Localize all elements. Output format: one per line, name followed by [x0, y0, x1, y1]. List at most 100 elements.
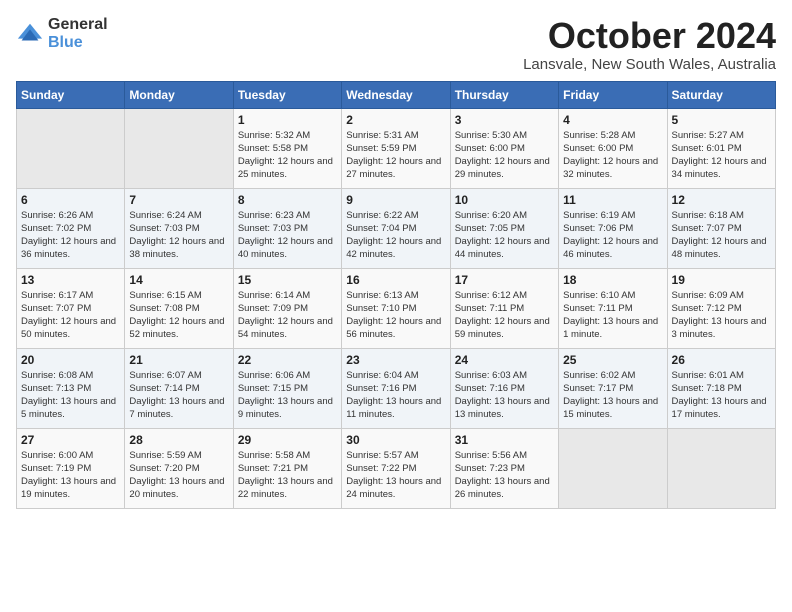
day-info: Sunrise: 6:18 AM Sunset: 7:07 PM Dayligh…	[672, 209, 771, 262]
day-number: 30	[346, 433, 445, 447]
day-info: Sunrise: 6:03 AM Sunset: 7:16 PM Dayligh…	[455, 369, 554, 422]
calendar-cell: 19 Sunrise: 6:09 AM Sunset: 7:12 PM Dayli…	[667, 268, 775, 348]
day-info: Sunrise: 6:23 AM Sunset: 7:03 PM Dayligh…	[238, 209, 337, 262]
day-number: 2	[346, 113, 445, 127]
day-number: 27	[21, 433, 120, 447]
day-number: 17	[455, 273, 554, 287]
week-row-3: 13 Sunrise: 6:17 AM Sunset: 7:07 PM Dayli…	[17, 268, 776, 348]
day-info: Sunrise: 6:13 AM Sunset: 7:10 PM Dayligh…	[346, 289, 445, 342]
day-number: 10	[455, 193, 554, 207]
day-number: 12	[672, 193, 771, 207]
day-info: Sunrise: 6:10 AM Sunset: 7:11 PM Dayligh…	[563, 289, 662, 342]
day-number: 4	[563, 113, 662, 127]
title-block: October 2024 Lansvale, New South Wales, …	[523, 16, 776, 73]
calendar-cell: 12 Sunrise: 6:18 AM Sunset: 7:07 PM Dayli…	[667, 188, 775, 268]
header-day-friday: Friday	[559, 81, 667, 108]
header-row: SundayMondayTuesdayWednesdayThursdayFrid…	[17, 81, 776, 108]
day-number: 19	[672, 273, 771, 287]
calendar-cell: 8 Sunrise: 6:23 AM Sunset: 7:03 PM Daylig…	[233, 188, 341, 268]
calendar-cell: 7 Sunrise: 6:24 AM Sunset: 7:03 PM Daylig…	[125, 188, 233, 268]
day-info: Sunrise: 5:28 AM Sunset: 6:00 PM Dayligh…	[563, 129, 662, 182]
day-info: Sunrise: 6:14 AM Sunset: 7:09 PM Dayligh…	[238, 289, 337, 342]
calendar-cell	[125, 108, 233, 188]
day-info: Sunrise: 6:02 AM Sunset: 7:17 PM Dayligh…	[563, 369, 662, 422]
calendar-cell: 9Sunrise: 6:22 AM Sunset: 7:04 PM Daylig…	[342, 188, 450, 268]
calendar-cell: 13 Sunrise: 6:17 AM Sunset: 7:07 PM Dayli…	[17, 268, 125, 348]
calendar-cell: 16 Sunrise: 6:13 AM Sunset: 7:10 PM Dayli…	[342, 268, 450, 348]
day-number: 16	[346, 273, 445, 287]
calendar-cell: 4 Sunrise: 5:28 AM Sunset: 6:00 PM Daylig…	[559, 108, 667, 188]
calendar-cell: 17 Sunrise: 6:12 AM Sunset: 7:11 PM Dayli…	[450, 268, 558, 348]
day-number: 3	[455, 113, 554, 127]
day-info: Sunrise: 5:57 AM Sunset: 7:22 PM Dayligh…	[346, 449, 445, 502]
calendar-cell: 27 Sunrise: 6:00 AM Sunset: 7:19 PM Dayli…	[17, 428, 125, 508]
day-number: 28	[129, 433, 228, 447]
calendar-table: SundayMondayTuesdayWednesdayThursdayFrid…	[16, 81, 776, 509]
header-day-wednesday: Wednesday	[342, 81, 450, 108]
day-info: Sunrise: 5:27 AM Sunset: 6:01 PM Dayligh…	[672, 129, 771, 182]
calendar-cell: 18 Sunrise: 6:10 AM Sunset: 7:11 PM Dayli…	[559, 268, 667, 348]
calendar-cell: 5 Sunrise: 5:27 AM Sunset: 6:01 PM Daylig…	[667, 108, 775, 188]
day-info: Sunrise: 6:22 AM Sunset: 7:04 PM Dayligh…	[346, 209, 445, 262]
day-info: Sunrise: 5:32 AM Sunset: 5:58 PM Dayligh…	[238, 129, 337, 182]
day-number: 6	[21, 193, 120, 207]
day-number: 5	[672, 113, 771, 127]
calendar-cell	[17, 108, 125, 188]
day-info: Sunrise: 5:31 AM Sunset: 5:59 PM Dayligh…	[346, 129, 445, 182]
day-info: Sunrise: 6:15 AM Sunset: 7:08 PM Dayligh…	[129, 289, 228, 342]
day-number: 11	[563, 193, 662, 207]
calendar-cell: 15 Sunrise: 6:14 AM Sunset: 7:09 PM Dayli…	[233, 268, 341, 348]
header-day-sunday: Sunday	[17, 81, 125, 108]
calendar-cell: 24Sunrise: 6:03 AM Sunset: 7:16 PM Dayli…	[450, 348, 558, 428]
day-number: 7	[129, 193, 228, 207]
week-row-2: 6 Sunrise: 6:26 AM Sunset: 7:02 PM Daylig…	[17, 188, 776, 268]
header-day-monday: Monday	[125, 81, 233, 108]
day-number: 29	[238, 433, 337, 447]
day-number: 18	[563, 273, 662, 287]
week-row-1: 1Sunrise: 5:32 AM Sunset: 5:58 PM Daylig…	[17, 108, 776, 188]
calendar-cell: 29Sunrise: 5:58 AM Sunset: 7:21 PM Dayli…	[233, 428, 341, 508]
week-row-4: 20Sunrise: 6:08 AM Sunset: 7:13 PM Dayli…	[17, 348, 776, 428]
day-number: 15	[238, 273, 337, 287]
calendar-body: 1Sunrise: 5:32 AM Sunset: 5:58 PM Daylig…	[17, 108, 776, 508]
day-info: Sunrise: 6:00 AM Sunset: 7:19 PM Dayligh…	[21, 449, 120, 502]
day-info: Sunrise: 6:12 AM Sunset: 7:11 PM Dayligh…	[455, 289, 554, 342]
header-day-thursday: Thursday	[450, 81, 558, 108]
calendar-cell: 6 Sunrise: 6:26 AM Sunset: 7:02 PM Daylig…	[17, 188, 125, 268]
day-info: Sunrise: 6:26 AM Sunset: 7:02 PM Dayligh…	[21, 209, 120, 262]
calendar-cell: 30 Sunrise: 5:57 AM Sunset: 7:22 PM Dayli…	[342, 428, 450, 508]
location-title: Lansvale, New South Wales, Australia	[523, 56, 776, 73]
day-info: Sunrise: 6:09 AM Sunset: 7:12 PM Dayligh…	[672, 289, 771, 342]
day-info: Sunrise: 6:20 AM Sunset: 7:05 PM Dayligh…	[455, 209, 554, 262]
calendar-cell: 3 Sunrise: 5:30 AM Sunset: 6:00 PM Daylig…	[450, 108, 558, 188]
calendar-cell: 2 Sunrise: 5:31 AM Sunset: 5:59 PM Daylig…	[342, 108, 450, 188]
day-number: 14	[129, 273, 228, 287]
month-title: October 2024	[523, 16, 776, 56]
calendar-header: SundayMondayTuesdayWednesdayThursdayFrid…	[17, 81, 776, 108]
day-info: Sunrise: 5:56 AM Sunset: 7:23 PM Dayligh…	[455, 449, 554, 502]
day-number: 21	[129, 353, 228, 367]
logo-text: General Blue	[48, 16, 108, 52]
day-number: 8	[238, 193, 337, 207]
calendar-cell: 11Sunrise: 6:19 AM Sunset: 7:06 PM Dayli…	[559, 188, 667, 268]
day-info: Sunrise: 6:08 AM Sunset: 7:13 PM Dayligh…	[21, 369, 120, 422]
logo: General Blue	[16, 16, 108, 52]
day-info: Sunrise: 6:17 AM Sunset: 7:07 PM Dayligh…	[21, 289, 120, 342]
day-info: Sunrise: 6:24 AM Sunset: 7:03 PM Dayligh…	[129, 209, 228, 262]
logo-general: General	[48, 16, 108, 33]
day-info: Sunrise: 5:59 AM Sunset: 7:20 PM Dayligh…	[129, 449, 228, 502]
calendar-cell	[667, 428, 775, 508]
week-row-5: 27 Sunrise: 6:00 AM Sunset: 7:19 PM Dayli…	[17, 428, 776, 508]
day-number: 23	[346, 353, 445, 367]
logo-blue: Blue	[48, 34, 83, 51]
day-info: Sunrise: 6:01 AM Sunset: 7:18 PM Dayligh…	[672, 369, 771, 422]
calendar-cell: 20Sunrise: 6:08 AM Sunset: 7:13 PM Dayli…	[17, 348, 125, 428]
day-number: 31	[455, 433, 554, 447]
day-info: Sunrise: 5:30 AM Sunset: 6:00 PM Dayligh…	[455, 129, 554, 182]
calendar-cell: 28 Sunrise: 5:59 AM Sunset: 7:20 PM Dayli…	[125, 428, 233, 508]
calendar-cell: 22Sunrise: 6:06 AM Sunset: 7:15 PM Dayli…	[233, 348, 341, 428]
calendar-cell: 14 Sunrise: 6:15 AM Sunset: 7:08 PM Dayli…	[125, 268, 233, 348]
day-number: 13	[21, 273, 120, 287]
day-info: Sunrise: 6:07 AM Sunset: 7:14 PM Dayligh…	[129, 369, 228, 422]
day-info: Sunrise: 6:06 AM Sunset: 7:15 PM Dayligh…	[238, 369, 337, 422]
